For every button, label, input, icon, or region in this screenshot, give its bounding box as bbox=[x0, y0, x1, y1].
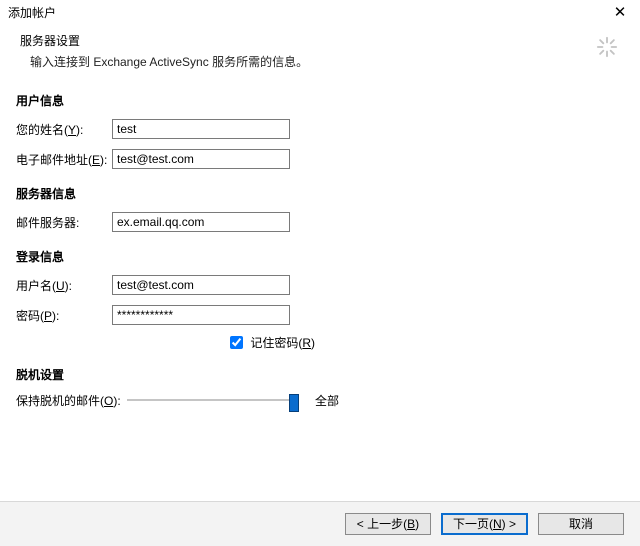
section-userinfo-title: 用户信息 bbox=[16, 92, 624, 109]
row-email: 电子邮件地址(E): bbox=[16, 147, 624, 171]
remember-checkbox[interactable] bbox=[230, 336, 243, 349]
offline-keep-slider[interactable] bbox=[127, 391, 297, 409]
username-input[interactable] bbox=[112, 275, 290, 295]
header-subtitle: 输入连接到 Exchange ActiveSync 服务所需的信息。 bbox=[30, 53, 620, 70]
next-button[interactable]: 下一页(N) > bbox=[441, 513, 528, 535]
slider-track-line bbox=[127, 399, 297, 401]
name-input[interactable] bbox=[112, 119, 290, 139]
password-input[interactable] bbox=[112, 305, 290, 325]
close-button[interactable]: ✕ bbox=[606, 2, 634, 24]
loading-icon bbox=[596, 36, 618, 58]
row-offline-keep: 保持脱机的邮件(O): 全部 bbox=[16, 391, 624, 409]
section-login-title: 登录信息 bbox=[16, 248, 624, 265]
row-password: 密码(P): bbox=[16, 303, 624, 327]
slider-thumb[interactable] bbox=[289, 394, 299, 412]
cancel-button[interactable]: 取消 bbox=[538, 513, 624, 535]
remember-label[interactable]: 记住密码(R) bbox=[226, 336, 315, 350]
mailserver-label: 邮件服务器: bbox=[16, 214, 112, 231]
password-label: 密码(P): bbox=[16, 307, 112, 324]
section-serverinfo-title: 服务器信息 bbox=[16, 185, 624, 202]
window-title: 添加帐户 bbox=[8, 6, 56, 20]
titlebar: 添加帐户 ✕ bbox=[0, 0, 640, 26]
row-username: 用户名(U): bbox=[16, 273, 624, 297]
section-offline-title: 脱机设置 bbox=[16, 366, 624, 383]
header: 服务器设置 输入连接到 Exchange ActiveSync 服务所需的信息。 bbox=[0, 26, 640, 82]
email-input[interactable] bbox=[112, 149, 290, 169]
button-bar: < 上一步(B) 下一页(N) > 取消 bbox=[0, 501, 640, 546]
header-title: 服务器设置 bbox=[20, 32, 620, 49]
username-label: 用户名(U): bbox=[16, 277, 112, 294]
section-login: 登录信息 用户名(U): 密码(P): 记住密码(R) bbox=[16, 248, 624, 352]
back-button[interactable]: < 上一步(B) bbox=[345, 513, 431, 535]
offline-keep-label: 保持脱机的邮件(O): bbox=[16, 392, 127, 409]
mailserver-input[interactable] bbox=[112, 212, 290, 232]
row-name: 您的姓名(Y): bbox=[16, 117, 624, 141]
row-remember: 记住密码(R) bbox=[112, 333, 624, 352]
name-label: 您的姓名(Y): bbox=[16, 121, 112, 138]
section-serverinfo: 服务器信息 邮件服务器: bbox=[16, 185, 624, 234]
email-label: 电子邮件地址(E): bbox=[16, 151, 112, 168]
section-userinfo: 用户信息 您的姓名(Y): 电子邮件地址(E): bbox=[16, 92, 624, 171]
dialog-add-account: 添加帐户 ✕ 服务器设置 输入连接到 Exchange ActiveSync 服… bbox=[0, 0, 640, 546]
row-mailserver: 邮件服务器: bbox=[16, 210, 624, 234]
offline-keep-value: 全部 bbox=[315, 392, 339, 409]
section-offline: 脱机设置 保持脱机的邮件(O): 全部 bbox=[16, 366, 624, 409]
form-body: 用户信息 您的姓名(Y): 电子邮件地址(E): 服务器信息 邮件服务器: 登录… bbox=[0, 92, 640, 409]
